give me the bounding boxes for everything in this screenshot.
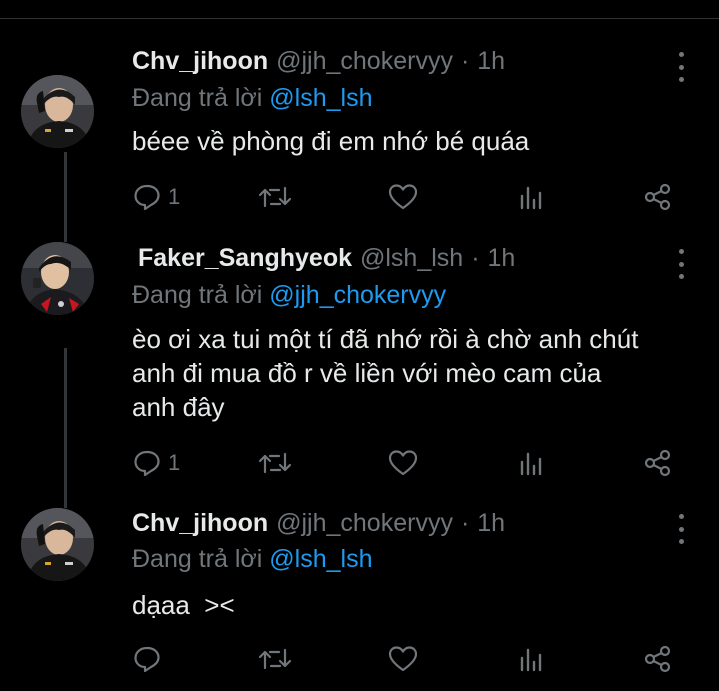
tweet-header: Chv_jihoon @jjh_chokervyy · 1h (132, 509, 505, 541)
analytics-button[interactable] (518, 642, 544, 676)
more-options-icon[interactable] (670, 514, 692, 544)
analytics-icon (520, 648, 542, 672)
share-icon (644, 645, 671, 673)
like-icon (388, 646, 418, 672)
reply-button[interactable] (132, 642, 168, 676)
replying-prefix: Đang trả lời (132, 545, 263, 573)
display-name[interactable]: Chv_jihoon (132, 509, 268, 538)
retweet-button[interactable] (258, 642, 292, 676)
timestamp[interactable]: 1h (477, 509, 505, 538)
action-bar (132, 642, 692, 676)
like-button[interactable] (387, 642, 419, 676)
avatar[interactable] (21, 508, 94, 581)
replying-to: Đang trả lời @lsh_lsh (132, 545, 373, 574)
separator: · (460, 509, 470, 537)
tweet[interactable]: Chv_jihoon @jjh_chokervyy · 1h Đang trả … (0, 0, 719, 691)
mention-link[interactable]: @lsh_lsh (269, 545, 372, 573)
reply-icon (134, 646, 160, 673)
thread-view: Chv_jihoon @jjh_chokervyy · 1h Đang trả … (0, 0, 719, 691)
share-button[interactable] (643, 642, 673, 676)
retweet-icon (258, 648, 292, 670)
tweet-text: dạaa >< (132, 590, 235, 620)
handle[interactable]: @jjh_chokervyy (276, 509, 453, 538)
profile-photo-jihoon-icon (21, 508, 94, 581)
